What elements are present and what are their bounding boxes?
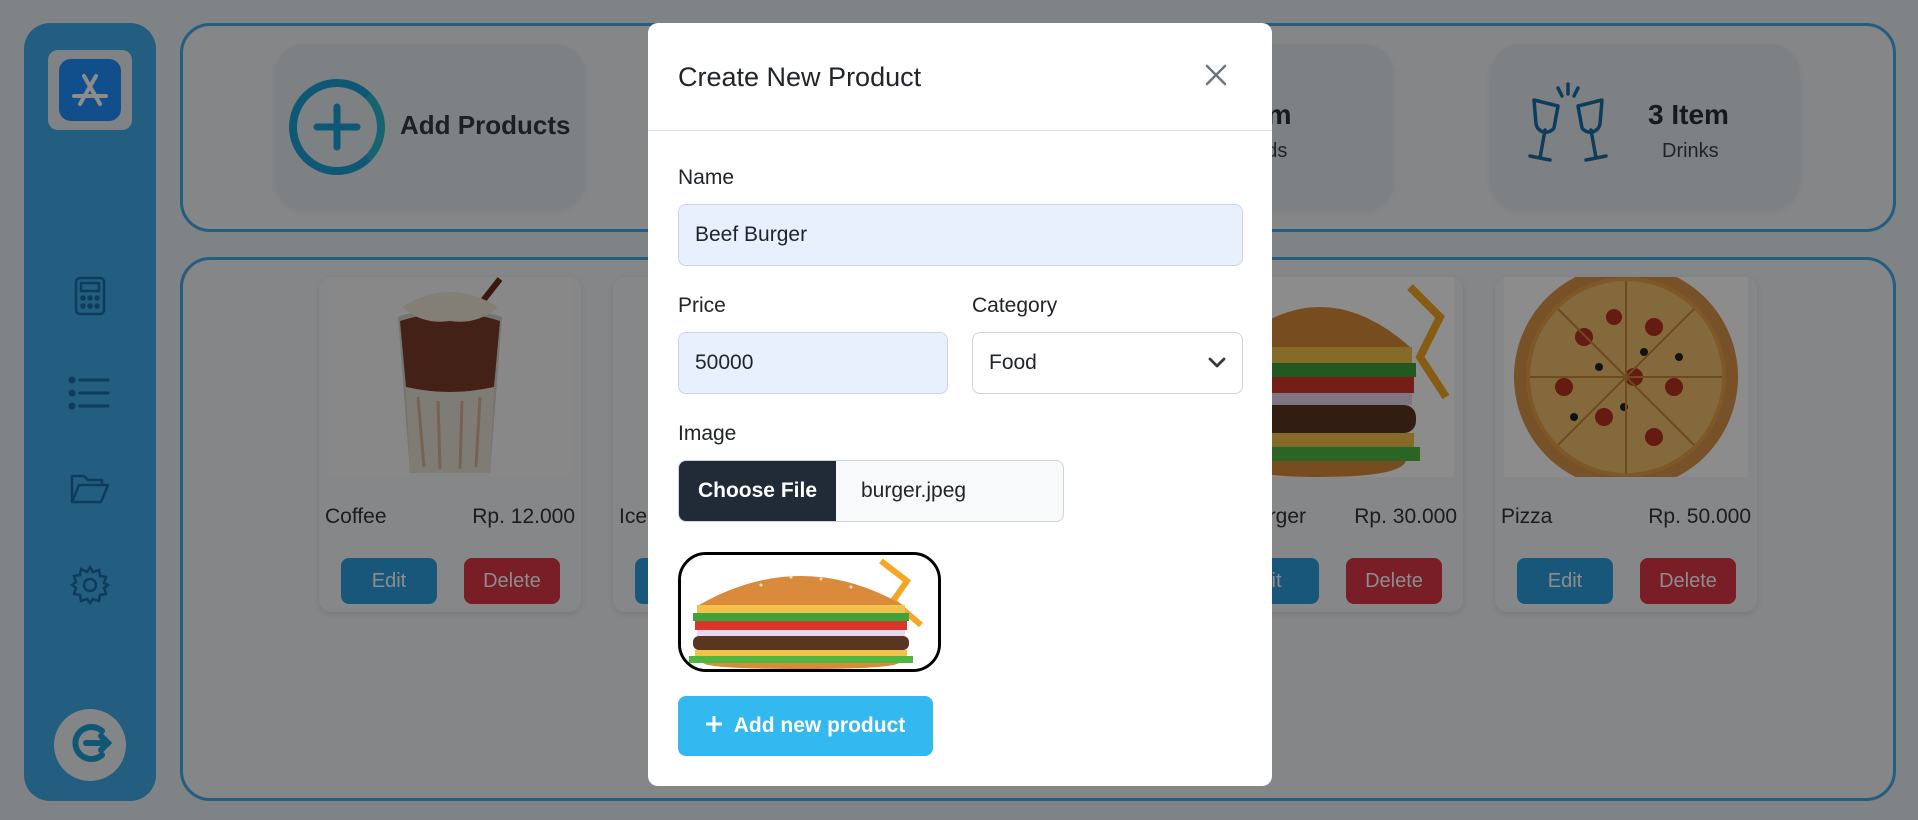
close-button[interactable] — [1196, 57, 1236, 97]
category-select[interactable]: Food — [972, 332, 1243, 394]
image-label: Image — [678, 422, 737, 445]
name-label: Name — [678, 166, 735, 189]
plus-icon — [705, 714, 723, 738]
chevron-down-icon — [1208, 351, 1226, 375]
image-file-input[interactable]: Choose File burger.jpeg — [678, 460, 1064, 522]
modal-title: Create New Product — [678, 62, 922, 92]
modal-header: Create New Product — [648, 23, 1272, 131]
category-value: Food — [989, 351, 1037, 374]
price-input[interactable] — [678, 332, 948, 394]
selected-file-name: burger.jpeg — [861, 479, 967, 502]
name-input[interactable] — [678, 204, 1243, 266]
create-product-modal: Create New Product Name Price Category F… — [648, 23, 1272, 786]
choose-file-button[interactable]: Choose File — [679, 461, 836, 521]
category-label: Category — [972, 294, 1058, 317]
image-preview — [678, 552, 941, 672]
close-icon — [1205, 64, 1227, 91]
price-label: Price — [678, 294, 726, 317]
add-new-product-label: Add new product — [733, 714, 906, 737]
add-new-product-button[interactable]: Add new product — [678, 696, 933, 756]
